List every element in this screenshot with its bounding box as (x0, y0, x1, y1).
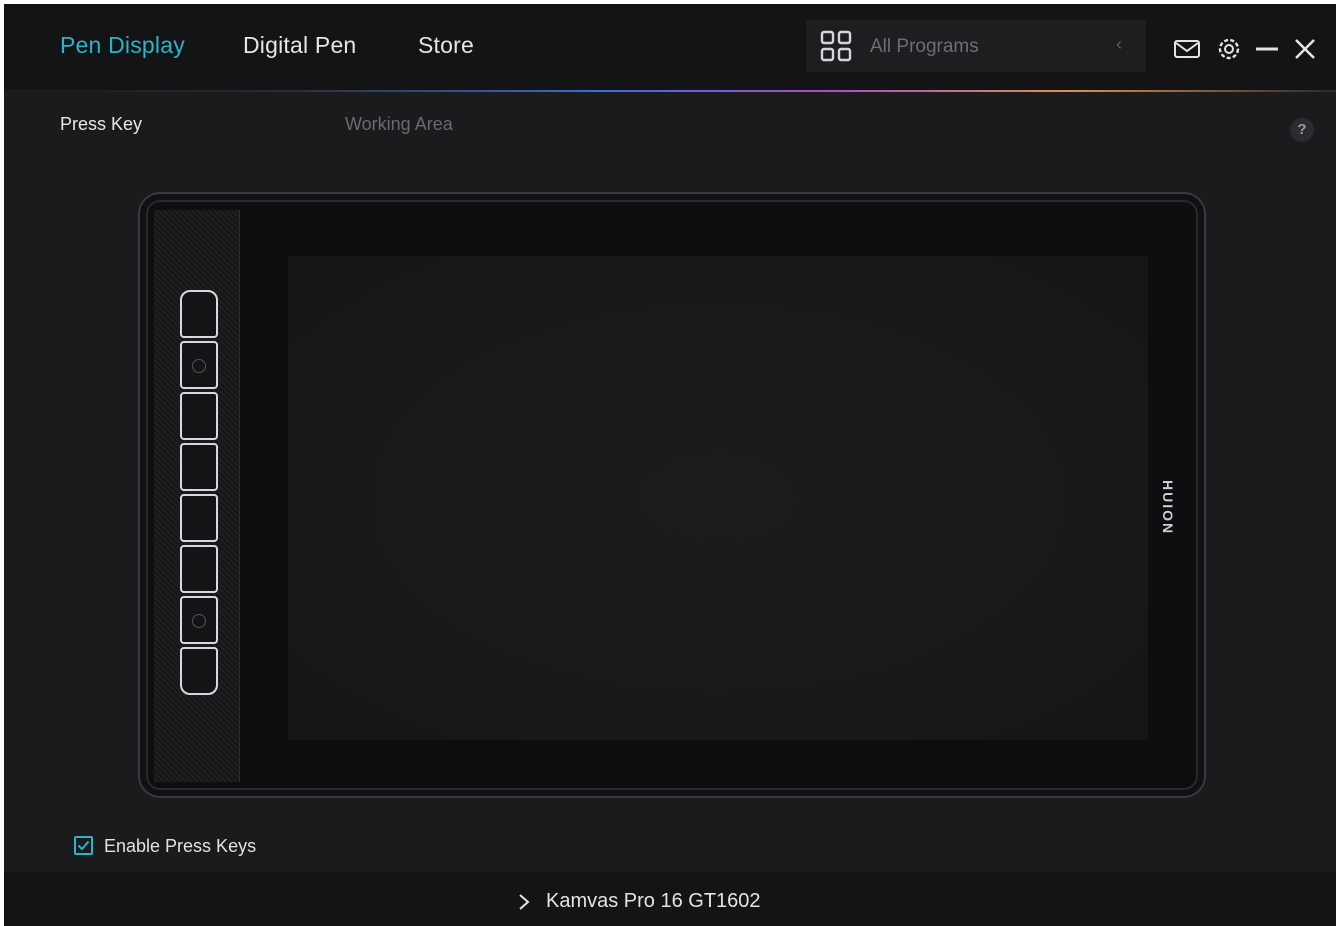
device-name: Kamvas Pro 16 GT1602 (546, 890, 761, 912)
chevron-left-icon: ‹ (1116, 34, 1122, 54)
dial-icon (192, 359, 206, 373)
minimize-icon[interactable] (1252, 34, 1282, 64)
program-selector[interactable]: All Programs ‹ (806, 20, 1146, 72)
enable-press-keys-label: Enable Press Keys (104, 836, 257, 856)
subtab-working-area[interactable]: Working Area (345, 114, 453, 135)
tab-store[interactable]: Store (418, 32, 474, 59)
settings-icon[interactable] (1214, 34, 1244, 64)
tab-digital-pen[interactable]: Digital Pen (243, 32, 356, 59)
app-window: Pen Display Digital Pen Store All Progra… (4, 4, 1336, 926)
press-key-1[interactable] (180, 290, 218, 338)
press-key-7[interactable] (180, 596, 218, 644)
grid-icon (820, 30, 852, 62)
tab-pen-display[interactable]: Pen Display (60, 32, 185, 59)
dial-icon (192, 614, 206, 628)
checkmark-icon (77, 840, 90, 851)
press-key-6[interactable] (180, 545, 218, 593)
press-key-2[interactable] (180, 341, 218, 389)
tablet-screen (288, 256, 1148, 740)
header-divider (4, 90, 1336, 92)
close-icon[interactable] (1290, 34, 1320, 64)
brand-logo: HUION (1160, 480, 1176, 536)
enable-press-keys-checkbox[interactable] (74, 836, 93, 855)
help-icon[interactable]: ? (1290, 118, 1314, 142)
press-key-8[interactable] (180, 647, 218, 695)
press-key-4[interactable] (180, 443, 218, 491)
tablet-illustration: HUION (138, 192, 1206, 798)
top-bar: Pen Display Digital Pen Store All Progra… (4, 4, 1336, 90)
press-key-5[interactable] (180, 494, 218, 542)
subtab-press-key[interactable]: Press Key (60, 114, 142, 135)
device-bar: Kamvas Pro 16 GT1602 (4, 872, 1336, 926)
chevron-right-icon (519, 894, 530, 910)
mail-icon[interactable] (1172, 34, 1202, 64)
program-selector-label: All Programs (870, 36, 979, 57)
press-key-3[interactable] (180, 392, 218, 440)
